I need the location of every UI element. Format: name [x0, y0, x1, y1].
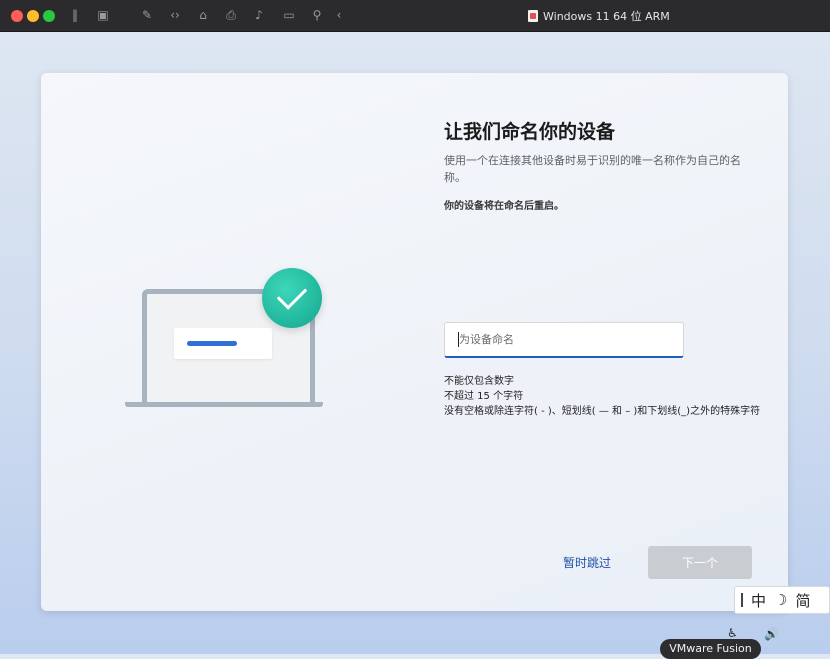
skip-for-now-link[interactable]: 暂时跳过 — [563, 554, 611, 571]
setup-card: 让我们命名你的设备 使用一个在连接其他设备时易于识别的唯一名称作为自己的名称。 … — [41, 73, 788, 611]
laptop-name-bar — [187, 341, 237, 346]
ime-variant-toggle[interactable]: 简 — [795, 590, 810, 611]
rule-item: 不能仅包含数字 — [444, 376, 514, 387]
page-title: 让我们命名你的设备 — [444, 121, 616, 143]
checkmark-icon — [276, 279, 308, 310]
laptop-base — [125, 402, 323, 407]
vm-document-icon — [528, 10, 538, 22]
minimize-window-button[interactable] — [27, 10, 39, 22]
snapshot-icon[interactable]: ▣ — [95, 7, 111, 23]
accessibility-icon[interactable]: ♿ — [727, 626, 738, 640]
window-title: Windows 11 64 位 ARM — [528, 8, 670, 24]
sound-icon[interactable]: ♪ — [251, 7, 267, 23]
ime-toolbar: 中 ☽ 简 — [734, 586, 830, 614]
name-rules: 不能仅包含数字 不超过 15 个字符 没有空格或除连字符( - )、短划线( —… — [444, 374, 764, 419]
window-titlebar: ‖ ▣ ✎ ‹› ⌂ ⎙ ♪ ▭ ⚲ ‹ Windows 11 64 位 ARM — [0, 0, 830, 32]
disk-icon[interactable]: ⌂ — [195, 7, 211, 23]
window-title-text: Windows 11 64 位 ARM — [543, 10, 670, 23]
settings-wrench-icon[interactable]: ✎ — [139, 7, 155, 23]
ime-mode-toggle[interactable]: 中 — [751, 590, 766, 611]
volume-icon[interactable]: 🔊 — [764, 627, 779, 641]
pause-icon[interactable]: ‖ — [67, 7, 83, 23]
moon-icon[interactable]: ☽ — [774, 591, 787, 609]
back-chevron-icon[interactable]: ‹ — [331, 7, 347, 23]
camera-icon[interactable]: ▭ — [281, 7, 297, 23]
printer-icon[interactable]: ⎙ — [223, 7, 239, 23]
close-window-button[interactable] — [11, 10, 23, 22]
text-caret — [458, 332, 459, 347]
vmware-tooltip: VMware Fusion — [660, 639, 761, 659]
page-description: 使用一个在连接其他设备时易于识别的唯一名称作为自己的名称。 — [444, 154, 741, 184]
laptop-name-card — [174, 328, 272, 359]
usb-icon[interactable]: ⚲ — [309, 7, 325, 23]
restart-note: 你的设备将在命名后重启。 — [444, 201, 564, 212]
rule-item: 没有空格或除连字符( - )、短划线( — 和 – )和下划线(_)之外的特殊字… — [444, 406, 761, 417]
next-button[interactable]: 下一个 — [648, 546, 752, 579]
code-icon[interactable]: ‹› — [167, 7, 183, 23]
device-name-input[interactable] — [444, 322, 684, 358]
zoom-window-button[interactable] — [43, 10, 55, 22]
rule-item: 不超过 15 个字符 — [444, 391, 524, 402]
check-circle-icon — [262, 268, 322, 328]
ime-drag-handle[interactable] — [741, 593, 743, 607]
